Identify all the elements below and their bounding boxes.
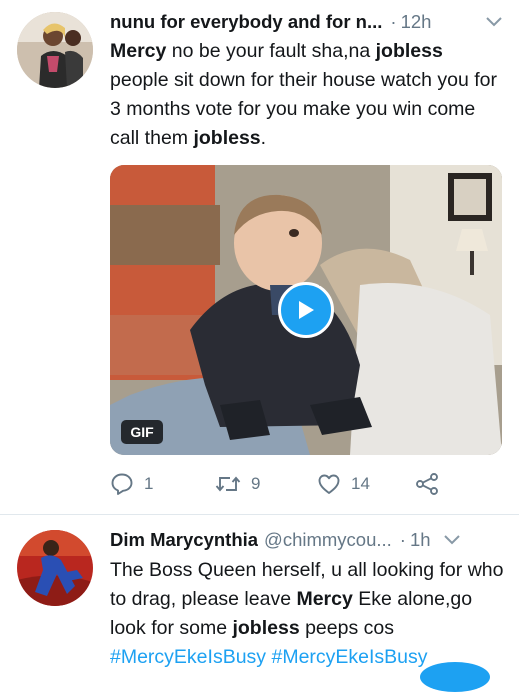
like-count: 14 — [351, 474, 370, 493]
tweet-text: The Boss Queen herself, u all looking fo… — [110, 559, 504, 668]
highlight-word: jobless — [375, 40, 443, 62]
retweet-count: 9 — [251, 474, 261, 493]
like-button[interactable]: 14 — [317, 472, 370, 496]
user-handle[interactable]: @chimmycou... — [264, 529, 392, 551]
display-name[interactable]: nunu for everybody and for n... — [110, 11, 382, 33]
retweet-button[interactable]: 9 — [215, 472, 260, 496]
reply-count: 1 — [144, 474, 154, 493]
hashtag-link[interactable]: #MercyEkeIsBusy — [110, 646, 266, 668]
highlight-word: Mercy — [110, 40, 167, 62]
separator-dot: · — [390, 11, 397, 32]
tweet-header: nunu for everybody and for n... · 12h — [110, 9, 505, 35]
timestamp[interactable]: 1h — [410, 529, 431, 551]
gif-badge: GIF — [121, 420, 163, 444]
tweet-header: Dim Marycynthia @chimmycou... · 1h — [110, 527, 505, 553]
reply-button[interactable]: 1 — [110, 472, 153, 496]
avatar[interactable] — [17, 12, 93, 88]
play-icon — [299, 301, 314, 319]
tweet[interactable]: nunu for everybody and for n... · 12h Me… — [0, 0, 519, 514]
tweet-actions: 1 9 14 — [0, 472, 519, 500]
chevron-down-icon[interactable] — [441, 529, 463, 551]
timestamp[interactable]: 12h — [401, 11, 432, 33]
retweet-icon — [215, 476, 241, 492]
separator-dot: · — [399, 529, 406, 550]
chevron-down-icon[interactable] — [483, 11, 505, 33]
share-button[interactable] — [414, 472, 440, 496]
share-icon — [416, 473, 438, 495]
highlight-word: jobless — [232, 617, 300, 639]
heart-icon — [318, 474, 340, 494]
hashtag-link[interactable]: #MercyEkeIsBusy — [271, 646, 427, 668]
display-name[interactable]: Dim Marycynthia — [110, 529, 258, 551]
play-button[interactable] — [278, 282, 334, 338]
highlight-word: Mercy — [296, 588, 353, 610]
compose-button[interactable] — [420, 662, 490, 692]
reply-icon — [111, 473, 133, 495]
avatar[interactable] — [17, 530, 93, 606]
highlight-word: jobless — [193, 127, 261, 149]
tweet-text: Mercy no be your fault sha,na jobless pe… — [110, 40, 497, 149]
